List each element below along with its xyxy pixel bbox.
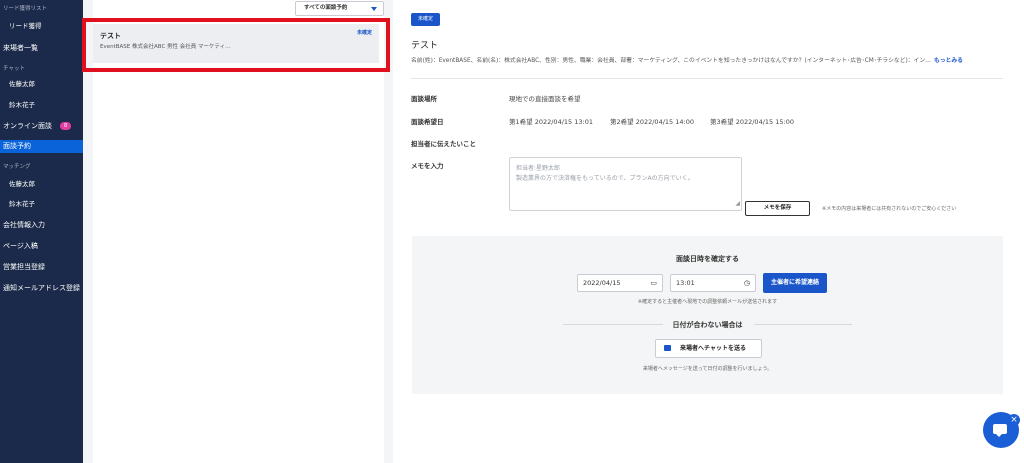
confirm-title: 面談日時を確定する <box>676 255 739 263</box>
chevron-down-icon <box>371 7 377 11</box>
chat-support-icon <box>993 424 1007 437</box>
send-chat-label: 来場者へチャットを送る <box>680 345 746 352</box>
sidebar-item-meeting-reservation[interactable]: 面談予約 <box>0 140 83 153</box>
sidebar-item-company-info[interactable]: 会社情報入力 <box>0 220 83 230</box>
meeting-place-value: 現地での直接面談を希望 <box>509 95 581 103</box>
sidebar-item-matching-sato[interactable]: 佐藤太郎 <box>0 179 83 189</box>
sidebar-item-sales-registration[interactable]: 営業担当登録 <box>0 262 83 272</box>
show-more-link[interactable]: もっとみる <box>934 58 963 64</box>
preferred-date-3: 第3希望 2022/04/15 15:00 <box>710 118 794 126</box>
save-memo-button[interactable]: メモを保存 <box>745 201 810 216</box>
selection-highlight-box <box>82 18 390 72</box>
preferred-date-2: 第2希望 2022/04/15 14:00 <box>610 118 694 126</box>
calendar-icon[interactable]: ▭ <box>650 275 657 291</box>
alternative-note: 来場者へメッセージを送って日付の調整を行いましょう。 <box>642 366 773 372</box>
confirm-note: ※確定すると主催者へ現地での調整依頼メールが送信されます <box>637 299 778 305</box>
memo-placeholder-line: 製造業界の方で決済権をもっているので、プランAの方向でいく。 <box>516 175 694 182</box>
sidebar-item-chat-suzuki[interactable]: 鈴木花子 <box>0 100 83 110</box>
sidebar: リード獲得リスト リード獲得 来場者一覧 チャット 佐藤太郎 鈴木花子 オンライ… <box>0 0 83 463</box>
time-input[interactable]: 13:01 ◷ <box>670 274 756 292</box>
meeting-place-label: 面談場所 <box>411 95 437 103</box>
sidebar-section-lead-list: リード獲得リスト <box>3 6 48 12</box>
preferred-date-1: 第1希望 2022/04/15 13:01 <box>509 118 593 126</box>
sidebar-item-label: オンライン面談 <box>3 122 52 130</box>
sidebar-item-visitors[interactable]: 来場者一覧 <box>0 43 83 53</box>
status-button[interactable]: 未確定 <box>411 13 440 26</box>
time-value: 13:01 <box>676 279 695 287</box>
count-badge: 8 <box>60 122 72 130</box>
clock-icon[interactable]: ◷ <box>744 275 750 291</box>
memo-note: ※メモの内容は来場者には共有されないのでご安心ください <box>822 206 957 212</box>
sidebar-item-online-meeting[interactable]: オンライン面談 8 <box>0 121 83 131</box>
memo-label: メモを入力 <box>411 162 444 170</box>
visitor-profile-text: 名前(姓)：EventBASE、名前(名)：株式会社ABC、性別：男性、職業：会… <box>411 58 931 64</box>
close-icon[interactable]: × <box>1008 414 1020 426</box>
sidebar-section-matching: マッチング <box>3 164 31 170</box>
sidebar-item-notification-email[interactable]: 通知メールアドレス登録 <box>0 283 83 293</box>
divider-left <box>563 324 663 325</box>
preferred-date-label: 面談希望日 <box>411 118 444 126</box>
alternative-title: 日付が合わない場合は <box>672 321 743 329</box>
date-input[interactable]: 2022/04/15 ▭ <box>577 274 663 292</box>
sidebar-item-matching-suzuki[interactable]: 鈴木花子 <box>0 199 83 209</box>
sidebar-item-lead[interactable]: リード獲得 <box>0 21 83 31</box>
divider <box>411 78 1003 79</box>
memo-placeholder-line: 担当者:星野太郎 <box>516 165 561 172</box>
filter-label: すべての面談予約 <box>304 5 348 11</box>
sidebar-item-chat-sato[interactable]: 佐藤太郎 <box>0 79 83 89</box>
message-label: 担当者に伝えたいこと <box>411 140 476 148</box>
chat-bubble-icon <box>664 345 671 351</box>
memo-textarea[interactable]: 担当者:星野太郎 製造業界の方で決済権をもっているので、プランAの方向でいく。 … <box>509 157 742 211</box>
date-value: 2022/04/15 <box>583 279 621 287</box>
detail-title: テスト <box>411 41 439 51</box>
reservation-filter-select[interactable]: すべての面談予約 <box>295 1 384 16</box>
resize-grip-icon[interactable]: ◢ <box>735 199 740 209</box>
divider-right <box>754 324 852 325</box>
notify-organizer-button[interactable]: 主催者に希望連絡 <box>763 273 827 293</box>
sidebar-item-page-submission[interactable]: ページ入稿 <box>0 241 83 251</box>
send-chat-button[interactable]: 来場者へチャットを送る <box>655 339 762 358</box>
sidebar-section-chat: チャット <box>3 66 25 72</box>
visitor-profile: 名前(姓)：EventBASE、名前(名)：株式会社ABC、性別：男性、職業：会… <box>411 55 963 64</box>
